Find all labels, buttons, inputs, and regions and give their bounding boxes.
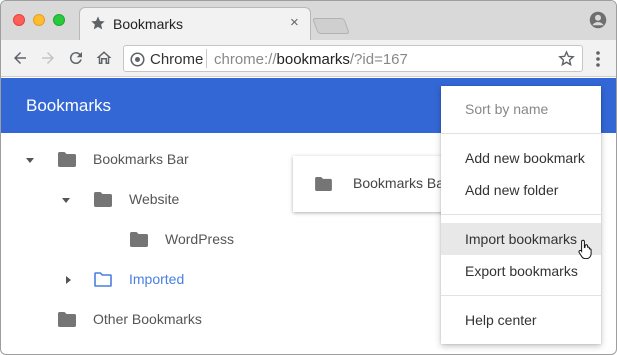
folder-icon bbox=[58, 152, 76, 167]
tree-item-wordpress[interactable]: WordPress bbox=[130, 229, 260, 251]
expand-arrow-icon[interactable] bbox=[61, 195, 71, 205]
expand-arrow-icon[interactable] bbox=[25, 155, 35, 165]
tab-close-icon[interactable]: × bbox=[290, 15, 299, 31]
tree-label: Website bbox=[129, 191, 180, 207]
menu-item-export-bookmarks[interactable]: Export bookmarks bbox=[441, 255, 601, 287]
tab-title: Bookmarks bbox=[113, 16, 184, 32]
title-bar: Bookmarks × bbox=[1, 1, 616, 40]
star-icon bbox=[91, 16, 105, 30]
toolbar: Chrome chrome://bookmarks/?id=167 bbox=[1, 40, 616, 77]
menu-item-import-bookmarks[interactable]: Import bookmarks bbox=[441, 223, 601, 255]
tree-label: WordPress bbox=[165, 231, 234, 247]
address-bar[interactable]: Chrome chrome://bookmarks/?id=167 bbox=[123, 45, 583, 72]
url-host: bookmarks bbox=[276, 51, 350, 68]
folder-icon bbox=[58, 312, 76, 327]
url-text[interactable]: chrome://bookmarks/?id=167 bbox=[214, 51, 408, 68]
url-scheme: chrome:// bbox=[214, 51, 277, 68]
tree-item-other-bookmarks[interactable]: Other Bookmarks bbox=[58, 309, 238, 331]
bookmark-star-icon[interactable] bbox=[558, 50, 575, 67]
site-label: Chrome bbox=[150, 51, 204, 68]
organize-menu: Sort by name Add new bookmark Add new fo… bbox=[441, 86, 601, 344]
close-window-button[interactable] bbox=[13, 14, 25, 26]
folder-icon bbox=[94, 192, 112, 207]
tree-item-imported[interactable]: Imported bbox=[63, 269, 243, 291]
collapsed-arrow-icon[interactable] bbox=[63, 275, 73, 285]
menu-divider bbox=[441, 295, 601, 296]
tree-item-website[interactable]: Website bbox=[61, 189, 241, 211]
new-tab-button[interactable] bbox=[312, 18, 350, 34]
page-title: Bookmarks bbox=[26, 96, 112, 115]
menu-item-add-new-bookmark[interactable]: Add new bookmark bbox=[441, 142, 601, 174]
tab-bookmarks[interactable]: Bookmarks × bbox=[79, 7, 311, 40]
browser-window: Bookmarks × Chrome chrome://bookmarks/?i… bbox=[0, 0, 617, 355]
url-path: /?id=167 bbox=[349, 51, 408, 68]
menu-item-add-new-folder[interactable]: Add new folder bbox=[441, 174, 601, 206]
tree-label: Other Bookmarks bbox=[93, 311, 202, 327]
list-item-label: Bookmarks Bar bbox=[353, 175, 449, 191]
back-icon[interactable] bbox=[11, 49, 29, 67]
reload-icon[interactable] bbox=[67, 49, 85, 67]
minimize-window-button[interactable] bbox=[33, 14, 45, 26]
tree-label: Imported bbox=[129, 271, 185, 287]
home-icon[interactable] bbox=[95, 49, 113, 67]
profile-icon[interactable] bbox=[589, 11, 607, 29]
open-folder-icon bbox=[94, 272, 112, 287]
folder-icon bbox=[130, 232, 148, 247]
tree-item-bookmarks-bar[interactable]: Bookmarks Bar bbox=[25, 149, 225, 171]
forward-icon[interactable] bbox=[39, 49, 57, 67]
address-divider bbox=[206, 49, 207, 68]
tree-label: Bookmarks Bar bbox=[93, 151, 189, 167]
more-menu-icon[interactable] bbox=[595, 50, 601, 68]
menu-divider bbox=[441, 214, 601, 215]
folder-icon bbox=[315, 177, 332, 191]
menu-divider bbox=[441, 133, 601, 134]
chrome-icon bbox=[130, 52, 145, 67]
menu-item-sort-by-name[interactable]: Sort by name bbox=[441, 93, 601, 125]
zoom-window-button[interactable] bbox=[53, 14, 65, 26]
hand-cursor-icon bbox=[578, 239, 592, 259]
menu-item-help-center[interactable]: Help center bbox=[441, 304, 601, 336]
bookmark-list-card: Bookmarks Bar bbox=[293, 156, 453, 212]
